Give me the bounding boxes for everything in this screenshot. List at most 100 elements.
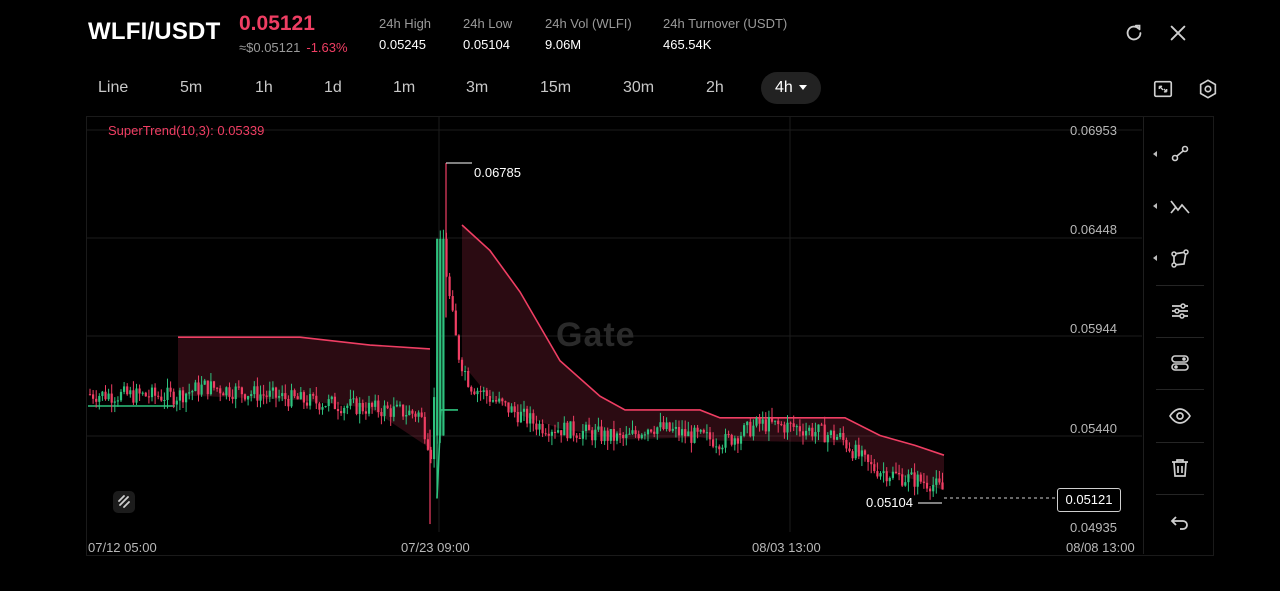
trend-tool-icon[interactable] <box>1168 195 1192 219</box>
candle-body <box>374 400 377 407</box>
candle-body <box>578 437 581 439</box>
candle-body <box>188 392 191 394</box>
candle-body <box>228 387 231 397</box>
trash-icon[interactable] <box>1168 456 1192 480</box>
candle-body <box>696 427 699 432</box>
candle-body <box>150 387 154 398</box>
candle-body <box>839 432 842 437</box>
candle-body <box>603 430 606 442</box>
candle-body <box>922 481 925 483</box>
undo-icon[interactable] <box>1168 509 1192 533</box>
candle-body <box>619 433 622 435</box>
eye-icon[interactable] <box>1168 404 1192 428</box>
candle-body <box>383 405 386 417</box>
candle-body <box>916 474 919 487</box>
candle-body <box>299 392 302 400</box>
candle-body <box>302 392 305 403</box>
candle-body <box>913 472 916 487</box>
candle-body <box>808 427 811 431</box>
watermark: Gate <box>556 316 636 354</box>
candle-body <box>470 386 473 392</box>
candle-body <box>191 391 194 393</box>
candle-body <box>408 410 411 416</box>
candle-body <box>119 391 123 401</box>
candle-body <box>104 391 107 400</box>
candle-body <box>355 398 358 414</box>
candle-body <box>659 422 662 428</box>
candle-body <box>566 422 569 439</box>
candle-body <box>553 431 557 433</box>
candle-body <box>284 393 287 399</box>
candle-body <box>281 393 284 397</box>
candle-body <box>262 394 265 396</box>
candle-body <box>448 276 451 297</box>
candle-body <box>423 416 426 440</box>
x-tick: 07/12 05:00 <box>88 540 157 555</box>
candle-body <box>674 426 677 429</box>
candle-body <box>333 396 336 410</box>
candle-body <box>237 386 240 388</box>
candle-body <box>439 238 442 436</box>
toolbar-divider <box>1156 285 1204 286</box>
candle-body <box>175 400 178 405</box>
candle-body <box>588 424 591 431</box>
candle-body <box>557 430 560 433</box>
candle-body <box>485 390 488 397</box>
candle-body <box>733 438 736 445</box>
candle-body <box>402 404 405 417</box>
candle-body <box>891 471 894 478</box>
candle-body <box>92 394 95 399</box>
shape-tool-icon[interactable] <box>1168 247 1192 271</box>
candle-body <box>640 434 643 439</box>
candle-body <box>482 390 485 393</box>
candle-body <box>541 423 544 434</box>
candle-body <box>848 448 851 452</box>
candle-body <box>225 387 228 396</box>
candle-body <box>216 387 219 389</box>
candle-body <box>715 446 718 448</box>
candle-body <box>343 407 346 414</box>
candle-body <box>278 396 281 398</box>
indicator-toggle-icon[interactable] <box>1168 351 1192 375</box>
candle-body <box>293 390 296 397</box>
candle-body <box>736 438 739 444</box>
candle-body <box>219 388 222 394</box>
candle-body <box>904 482 907 486</box>
candle-body <box>107 393 110 400</box>
candle-body <box>367 402 371 414</box>
candle-body <box>569 421 572 439</box>
candle-body <box>572 421 575 436</box>
wifi-sync-icon[interactable] <box>112 490 136 514</box>
candle-body <box>547 433 550 436</box>
supertrend-fill <box>178 225 944 491</box>
line-tool-icon[interactable] <box>1168 142 1192 166</box>
candle-body <box>581 430 584 439</box>
candle-body <box>820 424 823 426</box>
candle-body <box>364 411 367 414</box>
candle-body <box>454 310 457 336</box>
candle-body <box>95 398 98 402</box>
candle-body <box>247 396 250 400</box>
y-tick: 0.06448 <box>1070 222 1117 237</box>
candle-body <box>910 472 913 475</box>
candle-body <box>132 390 135 403</box>
candle-body <box>268 390 271 397</box>
candle-body <box>693 427 696 443</box>
candle-body <box>197 382 200 395</box>
candle-body <box>498 398 501 402</box>
candle-body <box>758 418 761 424</box>
candle-body <box>938 478 941 483</box>
candle-body <box>699 429 702 432</box>
candle-body <box>746 421 749 426</box>
candle-body <box>222 393 225 396</box>
candle-body <box>200 384 203 395</box>
candle-body <box>550 431 553 436</box>
candle-body <box>296 396 299 400</box>
settings-sliders-icon[interactable] <box>1168 299 1192 323</box>
candle-body <box>206 380 209 395</box>
candle-body <box>724 434 727 448</box>
toolbar-divider <box>1156 337 1204 338</box>
candle-body <box>777 420 780 425</box>
candle-body <box>336 409 340 412</box>
candle-body <box>690 431 693 443</box>
